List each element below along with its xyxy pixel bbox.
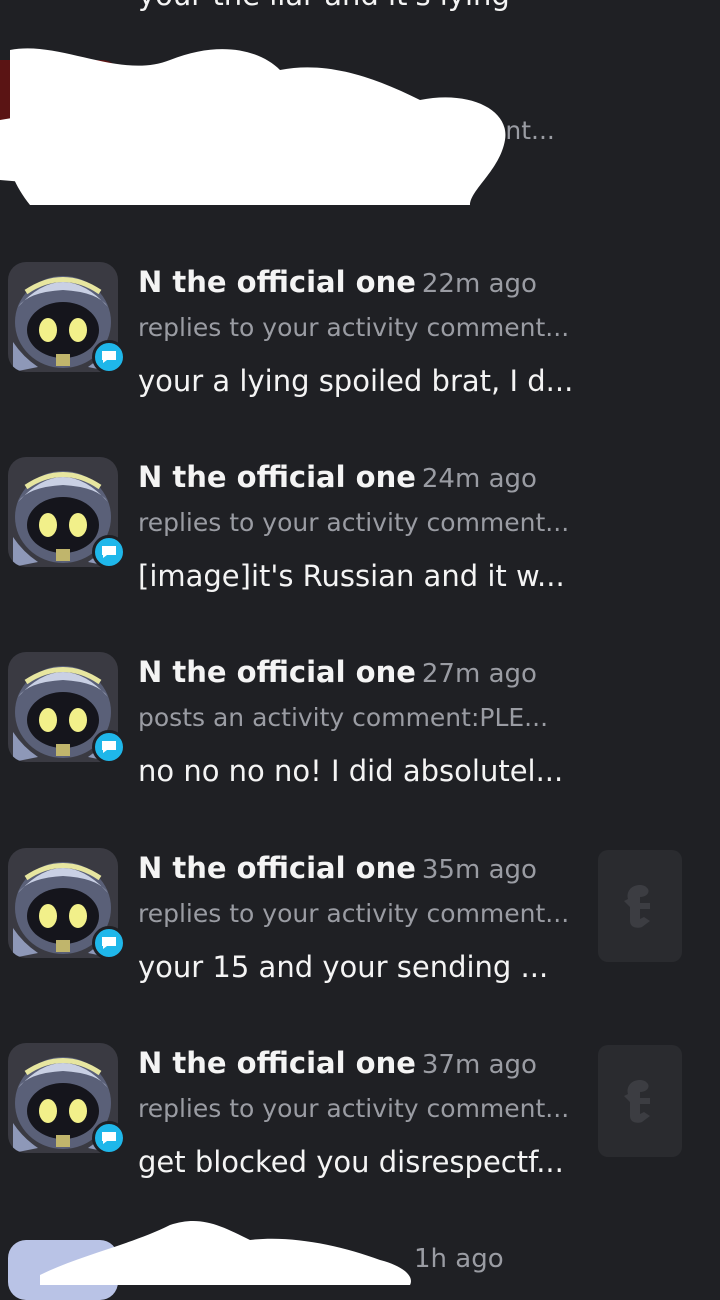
notification-header: N the official one 22m ago [138, 264, 537, 302]
notification-header: N the official one 35m ago [138, 850, 537, 888]
image-placeholder-icon [624, 1080, 650, 1123]
activity-thumbnail[interactable] [598, 1045, 682, 1157]
notification-action: replies to your activity comment... [138, 313, 570, 342]
timestamp: 37m ago [421, 1050, 537, 1080]
username[interactable]: N the official one [138, 265, 416, 299]
notification-action: replies to your activity comment... [138, 508, 570, 537]
comment-badge-icon [102, 741, 116, 753]
comment-badge [92, 535, 126, 569]
username[interactable]: N the official one [138, 1046, 416, 1080]
comment-badge-icon [102, 1132, 116, 1144]
comment-badge-icon [102, 351, 116, 363]
redaction-bottom [40, 1220, 411, 1285]
comment-badge-icon [102, 546, 116, 558]
notification-preview: your a lying spoiled brat, I d... [138, 364, 574, 398]
timestamp: 24m ago [421, 464, 537, 494]
notification-item[interactable]: N the official one 27m ago posts an activ… [0, 652, 720, 802]
comment-badge [92, 1121, 126, 1155]
notification-preview: no no no no! I did absolutel... [138, 754, 564, 788]
notification-preview: get blocked you disrespectf... [138, 1145, 564, 1179]
partial-bottom-time: 1h ago [414, 1244, 504, 1274]
timestamp: 35m ago [421, 855, 537, 885]
notification-preview: [image]it's Russian and it w... [138, 559, 565, 593]
username[interactable]: N the official one [138, 655, 416, 689]
notification-header: N the official one 27m ago [138, 654, 537, 692]
notification-header: N the official one 24m ago [138, 459, 537, 497]
username[interactable]: N the official one [138, 460, 416, 494]
notification-item[interactable]: N the official one 24m ago replies to you… [0, 457, 720, 607]
notification-preview: your 15 and your sending ... [138, 950, 549, 984]
timestamp: 27m ago [421, 659, 537, 689]
notification-action: replies to your activity comment... [138, 1094, 570, 1123]
comment-badge [92, 926, 126, 960]
notification-action: replies to your activity comment... [138, 899, 570, 928]
redaction-top [0, 48, 506, 206]
partial-top-text: your the liar and it's lying [138, 0, 510, 12]
activity-thumbnail[interactable] [598, 850, 682, 962]
notification-action: posts an activity comment:PLE... [138, 703, 549, 732]
notification-header: N the official one 37m ago [138, 1045, 537, 1083]
comment-badge [92, 340, 126, 374]
comment-badge-icon [102, 937, 116, 949]
comment-badge [92, 730, 126, 764]
notification-item[interactable]: N the official one 22m ago replies to you… [0, 262, 720, 412]
image-placeholder-icon [624, 885, 650, 928]
timestamp: 22m ago [421, 269, 537, 299]
username[interactable]: N the official one [138, 851, 416, 885]
